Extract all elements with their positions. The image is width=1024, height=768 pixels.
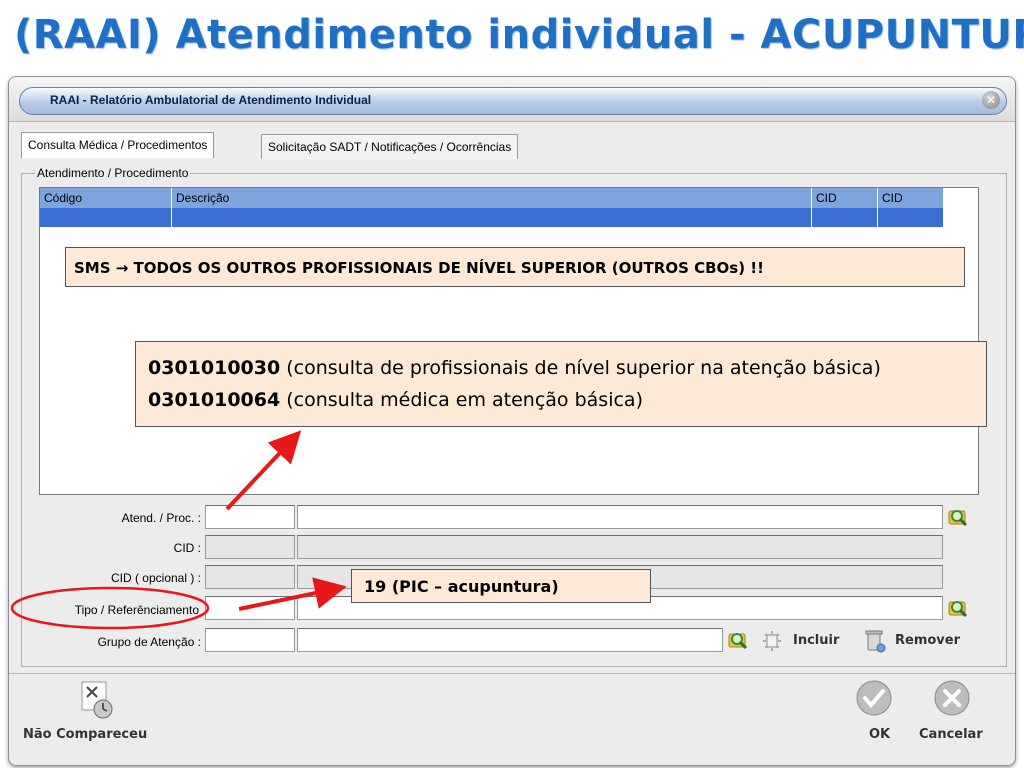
- grupo-atencao-label: Grupo de Atenção :: [97, 635, 201, 649]
- close-button[interactable]: ✕: [982, 91, 1000, 109]
- slide-title: (RAAI) Atendimento individual - ACUPUNTU…: [14, 12, 1024, 58]
- window-title: RAAI - Relatório Ambulatorial de Atendim…: [50, 93, 372, 107]
- atend-proc-code-field[interactable]: [205, 505, 295, 529]
- atend-proc-description-field[interactable]: [297, 505, 943, 529]
- column-header-cid[interactable]: CID: [812, 188, 878, 208]
- annotation-code-line: 0301010030 (consulta de profissionais de…: [148, 352, 986, 384]
- cancelar-button[interactable]: Cancelar: [919, 727, 983, 742]
- column-header-codigo[interactable]: Código: [40, 188, 172, 208]
- annotation-acupuntura-note: 19 (PIC – acupuntura): [351, 569, 651, 603]
- procedure-description: (consulta médica em atenção básica): [280, 389, 643, 411]
- tipo-code-field[interactable]: [205, 596, 295, 620]
- grupo-code-field[interactable]: [205, 628, 295, 652]
- table-row[interactable]: [40, 208, 944, 227]
- procedure-description: (consulta de profissionais de nível supe…: [280, 357, 881, 379]
- cid-code-field[interactable]: [205, 535, 295, 559]
- annotation-sms-note: SMS → TODOS OS OUTROS PROFISSIONAIS DE N…: [65, 247, 965, 287]
- search-icon[interactable]: [947, 598, 969, 620]
- cancel-x-icon[interactable]: [933, 679, 971, 717]
- cid-opcional-label: CID ( opcional ) :: [110, 571, 201, 585]
- cid-opcional-code-field[interactable]: [205, 565, 295, 589]
- tab-consulta-medica[interactable]: Consulta Médica / Procedimentos: [21, 132, 215, 158]
- footer-divider: [9, 673, 1015, 674]
- search-icon[interactable]: [947, 507, 969, 529]
- grupo-description-field[interactable]: [297, 628, 723, 652]
- tab-solicitacao-sadt[interactable]: Solicitação SADT / Notificações / Ocorrê…: [261, 134, 519, 159]
- trash-icon[interactable]: [863, 628, 887, 654]
- grid-header: Código Descrição CID CID: [40, 188, 944, 208]
- procedure-code: 0301010030: [148, 357, 281, 379]
- include-icon[interactable]: [761, 630, 783, 652]
- nao-compareceu-button[interactable]: Não Compareceu: [23, 727, 147, 742]
- raai-window: RAAI - Relatório Ambulatorial de Atendim…: [8, 76, 1016, 766]
- ok-check-icon[interactable]: [855, 679, 893, 717]
- group-label: Atendimento / Procedimento: [35, 166, 191, 180]
- remover-button[interactable]: Remover: [895, 633, 960, 648]
- atend-proc-label: Atend. / Proc. :: [121, 511, 201, 525]
- procedure-code: 0301010064: [148, 389, 281, 411]
- window-titlebar: RAAI - Relatório Ambulatorial de Atendim…: [9, 77, 1015, 122]
- column-header-descricao[interactable]: Descrição: [172, 188, 812, 208]
- no-show-icon[interactable]: [79, 679, 119, 721]
- column-header-cid-2[interactable]: CID: [878, 188, 944, 208]
- incluir-button[interactable]: Incluir: [793, 633, 839, 648]
- annotation-procedure-codes: 0301010030 (consulta de profissionais de…: [135, 341, 987, 427]
- cid-description-field[interactable]: [297, 535, 943, 559]
- ok-button[interactable]: OK: [869, 727, 890, 742]
- annotation-code-line: 0301010064 (consulta médica em atenção b…: [148, 384, 986, 416]
- search-icon[interactable]: [727, 630, 749, 652]
- cid-label: CID :: [173, 541, 201, 555]
- tipo-referenciamento-label: Tipo / Referênciamento: [74, 603, 199, 617]
